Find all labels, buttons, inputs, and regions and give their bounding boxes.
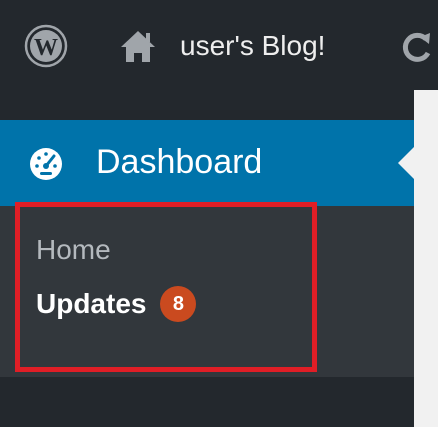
home-icon[interactable] xyxy=(118,28,158,64)
site-name-link[interactable]: user's Blog! xyxy=(180,26,325,66)
refresh-icon[interactable] xyxy=(396,27,436,67)
content-area xyxy=(414,90,438,427)
admin-bar: W user's Blog! xyxy=(0,0,438,90)
dashboard-gauge-icon xyxy=(30,148,62,180)
menu-item-dashboard[interactable]: Dashboard xyxy=(0,120,414,206)
current-menu-arrow xyxy=(398,147,414,179)
wordpress-logo-icon[interactable]: W xyxy=(24,24,68,68)
menu-item-dashboard-label: Dashboard xyxy=(96,143,263,181)
admin-menu-sidebar: Dashboard Home Updates 8 xyxy=(0,90,414,427)
submenu-item-updates-label: Updates xyxy=(36,288,147,319)
dashboard-submenu: Home Updates 8 xyxy=(0,206,414,377)
svg-text:W: W xyxy=(34,35,58,61)
update-count-badge: 8 xyxy=(160,286,197,322)
submenu-item-home[interactable]: Home xyxy=(36,230,111,270)
submenu-item-updates[interactable]: Updates 8 xyxy=(36,282,197,326)
